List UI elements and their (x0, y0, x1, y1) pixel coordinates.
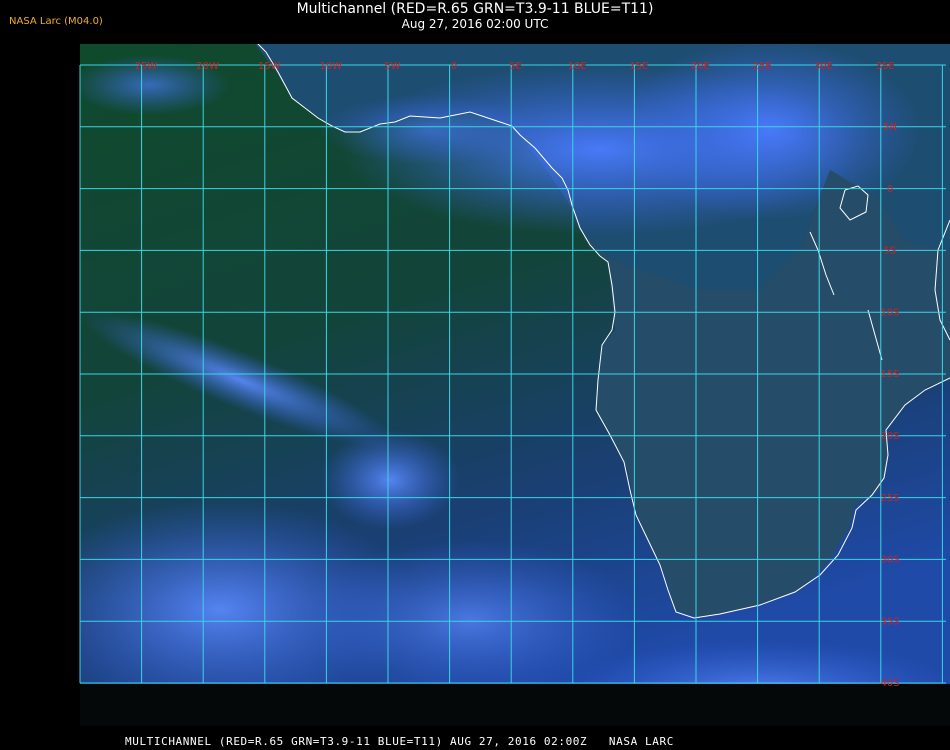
latitude-label: 30S (880, 555, 899, 566)
latitude-label: 5S (884, 246, 897, 257)
cloud-streak-2 (320, 430, 460, 530)
latitude-label: 35S (880, 616, 899, 627)
longitude-label: 5W (384, 61, 400, 72)
latitude-label: 5N (883, 122, 897, 133)
latitude-label: 10S (880, 307, 899, 318)
map-bottom-band (80, 684, 950, 726)
footer-caption: MULTICHANNEL (RED=R.65 GRN=T3.9-11 BLUE=… (125, 735, 674, 748)
longitude-label: 10W (319, 61, 342, 72)
longitude-label: 10E (568, 61, 587, 72)
satellite-map: 25W 20W 15W 10W 5W 0 5E 10E 15E 20E 25E 30E 35E 5N 0 5… (79, 44, 950, 726)
longitude-label: 5E (509, 61, 522, 72)
latitude-label: 0 (887, 184, 893, 195)
longitude-label: 30E (814, 61, 833, 72)
latitude-label: 15S (880, 369, 899, 380)
longitude-label: 25W (135, 61, 158, 72)
longitude-label: 0 (451, 61, 457, 72)
latitude-label: 20S (880, 431, 899, 442)
longitude-label: 35E (876, 61, 895, 72)
longitude-label: 20W (196, 61, 219, 72)
longitude-label: 25E (752, 61, 771, 72)
longitude-label: 20E (691, 61, 710, 72)
latitude-label: 40S (880, 678, 899, 689)
longitude-label: 15E (629, 61, 648, 72)
cloud-patch-gulf (320, 95, 540, 165)
longitude-label: 15W (258, 61, 281, 72)
latitude-label: 25S (880, 493, 899, 504)
